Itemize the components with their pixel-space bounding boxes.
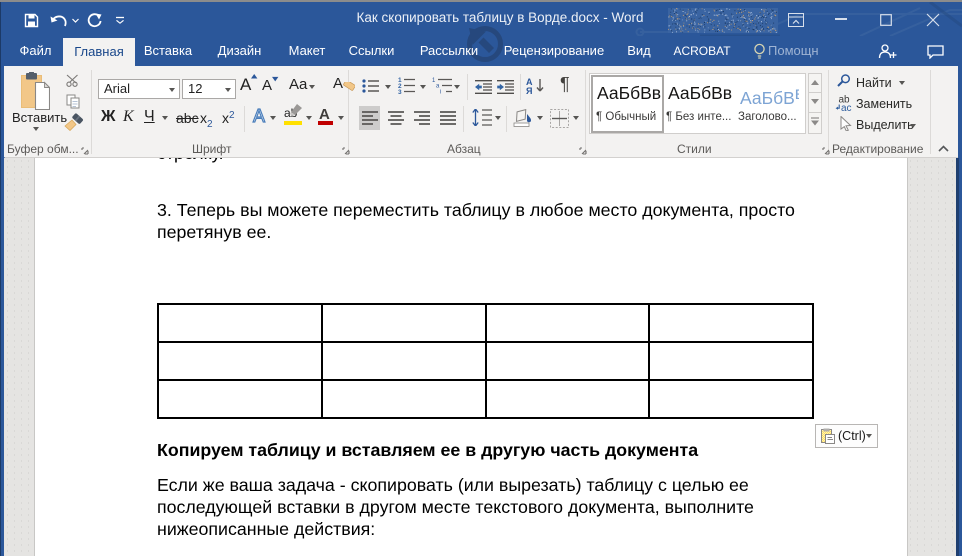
svg-text:i: i — [440, 90, 441, 95]
svg-text:ac: ac — [841, 103, 852, 112]
svg-text:Я: Я — [526, 86, 532, 95]
svg-text:3: 3 — [398, 89, 402, 94]
